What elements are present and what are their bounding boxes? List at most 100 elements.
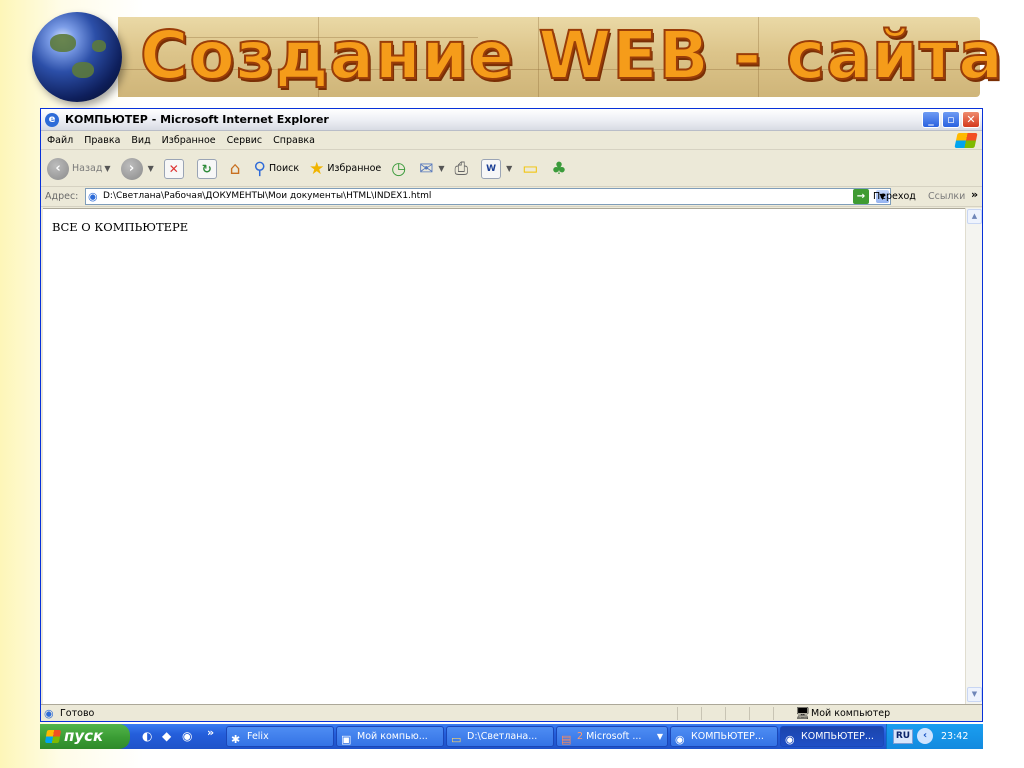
discuss-button[interactable]: ▭ <box>522 159 541 179</box>
status-divider <box>725 707 726 720</box>
taskbar-button-folder[interactable]: ▭ D:\Светлана... <box>446 726 554 747</box>
home-button[interactable]: ⌂ <box>230 159 244 179</box>
toolbar: ‹ Назад ▼ › ▼ ✕ ↻ ⌂ ⚲ Поиск ★ Избранное … <box>41 151 982 187</box>
status-divider <box>773 707 774 720</box>
print-button[interactable]: ⎙ <box>455 159 472 179</box>
search-label: Поиск <box>268 163 300 174</box>
windows-logo-icon <box>44 730 62 743</box>
ie-window: e КОМПЬЮТЕР - Microsoft Internet Explore… <box>40 108 983 722</box>
taskbar-button-label: Microsoft ... <box>586 731 642 742</box>
vertical-scrollbar[interactable]: ▲ ▼ <box>965 208 982 704</box>
start-button[interactable]: пуск <box>40 724 130 749</box>
taskbar-button-felix[interactable]: ✱ Felix <box>226 726 334 747</box>
scroll-down-icon[interactable]: ▼ <box>967 687 982 702</box>
go-button[interactable]: Переход <box>873 191 916 202</box>
folder-icon: ▭ <box>451 733 462 746</box>
chevron-down-icon[interactable]: ▼ <box>438 164 444 173</box>
window-title: КОМПЬЮТЕР - Microsoft Internet Explorer <box>65 113 329 126</box>
mail-button[interactable]: ✉ ▼ <box>419 159 444 179</box>
taskbar-button-label: Felix <box>247 731 269 742</box>
slide-title: Создание WEB - сайта <box>139 16 1004 95</box>
taskbar-button-my-computer[interactable]: ▣ Мой компью... <box>336 726 444 747</box>
address-input[interactable]: ◉ D:\Светлана\Рабочая\ДОКУМЕНТЫ\Мои доку… <box>85 188 891 205</box>
taskbar-button-label: Мой компью... <box>357 731 428 742</box>
status-zone: Мой компьютер <box>811 708 891 719</box>
taskbar-button-powerpoint[interactable]: ▤ 2 Microsoft ... ▼ <box>556 726 668 747</box>
forward-arrow-icon: › <box>120 157 143 180</box>
messenger-button[interactable]: ♣ <box>551 159 569 179</box>
taskbar-button-ie-2[interactable]: ◉ КОМПЬЮТЕР... <box>780 726 884 747</box>
taskbar-button-count: 2 <box>577 731 584 742</box>
status-text: Готово <box>60 708 95 719</box>
page-text: ВСЕ О КОМПЬЮТЕРЕ <box>52 220 189 234</box>
globe-icon <box>32 12 122 102</box>
taskbar-button-label: КОМПЬЮТЕР... <box>801 731 874 742</box>
stop-button[interactable]: ✕ <box>163 158 187 179</box>
title-bar[interactable]: e КОМПЬЮТЕР - Microsoft Internet Explore… <box>41 109 982 131</box>
quicklaunch-outlook-icon[interactable]: ◐ <box>142 729 152 743</box>
links-chevron-icon[interactable]: » <box>971 188 978 201</box>
favorites-button[interactable]: ★ Избранное <box>309 159 381 179</box>
edit-button[interactable]: W ▼ <box>481 158 512 179</box>
quicklaunch-media-icon[interactable]: ◆ <box>162 729 171 743</box>
home-icon: ⌂ <box>229 158 241 179</box>
tray-expand-icon[interactable]: ‹ <box>917 728 933 744</box>
felix-icon: ✱ <box>231 733 241 746</box>
chevron-down-icon[interactable]: ▼ <box>148 164 154 173</box>
back-label: Назад <box>72 163 103 174</box>
my-computer-icon: 🖥 <box>795 706 811 720</box>
page-content: ВСЕ О КОМПЬЮТЕРЕ <box>43 208 965 704</box>
stop-icon: ✕ <box>163 158 184 179</box>
taskbar: пуск ◐ ◆ ◉ » ✱ Felix ▣ Мой компью... ▭ D… <box>40 724 983 749</box>
restore-button[interactable]: ▫ <box>942 111 960 128</box>
status-divider <box>749 707 750 720</box>
close-button[interactable]: ✕ <box>962 111 980 128</box>
messenger-icon: ♣ <box>551 158 567 179</box>
ie-icon: ◉ <box>785 733 795 746</box>
language-indicator[interactable]: RU <box>893 729 913 744</box>
menu-tools[interactable]: Сервис <box>227 135 263 146</box>
refresh-button[interactable]: ↻ <box>196 158 220 179</box>
links-button[interactable]: Ссылки <box>928 191 965 202</box>
clock: 23:42 <box>941 731 969 742</box>
address-bar: Адрес: ◉ D:\Светлана\Рабочая\ДОКУМЕНТЫ\М… <box>41 187 982 207</box>
chevron-down-icon[interactable]: ▼ <box>506 164 512 173</box>
printer-icon: ⎙ <box>454 158 469 179</box>
back-arrow-icon: ‹ <box>47 157 69 180</box>
quicklaunch-chevron-icon[interactable]: » <box>207 726 214 739</box>
status-divider <box>701 707 702 720</box>
go-arrow-icon[interactable]: → <box>853 189 869 204</box>
taskbar-button-ie-1[interactable]: ◉ КОМПЬЮТЕР... <box>670 726 778 747</box>
system-tray: RU ‹ 23:42 <box>886 724 983 749</box>
slide-banner: Создание WEB - сайта <box>0 0 1024 102</box>
history-button[interactable]: ◷ <box>391 159 409 179</box>
search-button[interactable]: ⚲ Поиск <box>254 159 300 179</box>
menu-favorites[interactable]: Избранное <box>162 135 216 146</box>
address-label: Адрес: <box>45 191 79 202</box>
menu-view[interactable]: Вид <box>131 135 150 146</box>
page-icon: ◉ <box>44 707 54 720</box>
minimize-button[interactable]: _ <box>922 111 940 128</box>
status-bar: ◉ Готово 🖥 Мой компьютер <box>41 704 982 721</box>
address-value: D:\Светлана\Рабочая\ДОКУМЕНТЫ\Мои докуме… <box>103 191 432 201</box>
forward-button[interactable]: › ▼ <box>120 157 154 180</box>
star-icon: ★ <box>309 158 325 179</box>
note-icon: ▭ <box>522 158 539 179</box>
page-icon: ◉ <box>88 190 98 203</box>
quicklaunch-ie-icon[interactable]: ◉ <box>182 729 192 743</box>
menu-edit[interactable]: Правка <box>84 135 120 146</box>
start-label: пуск <box>64 727 104 745</box>
ie-icon: e <box>45 113 59 127</box>
menu-file[interactable]: Файл <box>47 135 73 146</box>
refresh-icon: ↻ <box>196 158 217 179</box>
back-button[interactable]: ‹ Назад ▼ <box>47 157 111 180</box>
menu-bar: Файл Правка Вид Избранное Сервис Справка <box>41 131 982 150</box>
powerpoint-icon: ▤ <box>561 733 572 746</box>
windows-logo-icon <box>954 133 978 148</box>
chevron-down-icon: ▼ <box>656 732 663 741</box>
taskbar-button-label: КОМПЬЮТЕР... <box>691 731 764 742</box>
scroll-up-icon[interactable]: ▲ <box>967 209 982 224</box>
search-icon: ⚲ <box>253 158 266 179</box>
menu-help[interactable]: Справка <box>273 135 315 146</box>
chevron-down-icon[interactable]: ▼ <box>104 164 110 173</box>
